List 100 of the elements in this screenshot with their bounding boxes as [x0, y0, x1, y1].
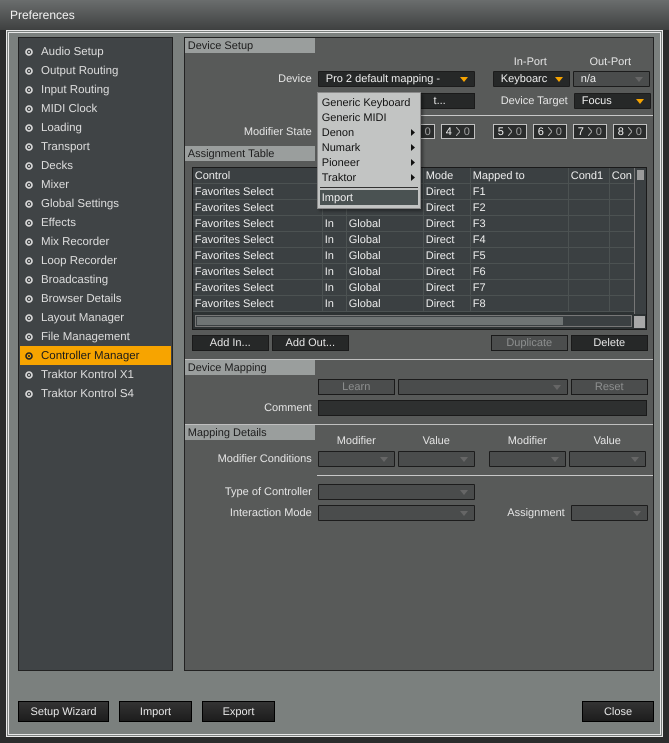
- device-dropdown[interactable]: Pro 2 default mapping -: [318, 71, 475, 87]
- radio-dot-icon: [25, 200, 33, 208]
- column-header[interactable]: Cond1: [568, 168, 610, 183]
- sidebar-item[interactable]: Output Routing: [20, 61, 171, 80]
- value-dropdown[interactable]: [398, 451, 475, 467]
- dropdown-arrow-icon: [460, 456, 468, 462]
- close-button[interactable]: Close: [582, 701, 654, 722]
- table-cell: F1: [470, 184, 569, 199]
- sidebar-item[interactable]: Traktor Kontrol X1: [20, 365, 171, 384]
- field-label: Device: [277, 73, 312, 85]
- radio-dot-icon: [25, 48, 33, 56]
- field-label: Modifier Conditions: [216, 453, 312, 465]
- table-cell: F3: [470, 216, 569, 231]
- table-cell: F8: [470, 296, 569, 311]
- sidebar-item[interactable]: MIDI Clock: [20, 99, 171, 118]
- menu-item[interactable]: Generic MIDI: [320, 110, 418, 125]
- table-cell: Favorites Select: [192, 280, 323, 295]
- dropdown-arrow-icon: [460, 76, 468, 82]
- dropdown-arrow-icon: [554, 76, 563, 82]
- modifier-chip: 6 0: [532, 124, 567, 139]
- submenu-arrow-icon: [410, 159, 415, 166]
- device-target-dropdown[interactable]: Focus: [574, 93, 651, 109]
- radio-dot-icon: [25, 294, 33, 302]
- window-title: Preferences: [10, 8, 75, 22]
- dropdown-arrow-icon: [380, 456, 388, 462]
- table-cell: Direct: [424, 216, 471, 231]
- sidebar-item[interactable]: Effects: [20, 213, 171, 232]
- field-label: Interaction Mode: [228, 507, 312, 519]
- radio-dot-icon: [25, 218, 33, 226]
- scrollbar[interactable]: [634, 168, 646, 314]
- mapping-dropdown[interactable]: [398, 379, 568, 395]
- dropdown-arrow-icon: [634, 76, 643, 82]
- column-header[interactable]: Mode: [424, 168, 471, 183]
- table-cell: Global: [346, 248, 424, 263]
- table-cell: In: [322, 264, 347, 279]
- column-label: Out-Port: [588, 56, 632, 68]
- sidebar-item[interactable]: Audio Setup: [20, 42, 171, 61]
- in-port-dropdown[interactable]: Keyboarc: [492, 71, 570, 87]
- sidebar-item[interactable]: Browser Details: [20, 289, 171, 308]
- table-cell: Direct: [424, 184, 471, 199]
- section-header: Mapping Details: [184, 425, 315, 440]
- modifier-chip: 5 0: [492, 124, 527, 139]
- table-cell: In: [322, 232, 347, 247]
- comment-field[interactable]: [318, 400, 647, 416]
- sidebar-item[interactable]: Traktor Kontrol S4: [20, 384, 171, 403]
- delete-button[interactable]: Delete: [570, 335, 648, 351]
- sidebar-item[interactable]: Global Settings: [20, 194, 171, 213]
- radio-dot-icon: [25, 180, 33, 188]
- column-label: Value: [422, 435, 451, 447]
- table-cell: Direct: [424, 296, 471, 311]
- sidebar-item[interactable]: Input Routing: [20, 80, 171, 99]
- sidebar-item[interactable]: Decks: [20, 156, 171, 175]
- chevron-icon: [548, 127, 552, 136]
- dropdown-arrow-icon: [632, 510, 641, 516]
- table-cell: Direct: [424, 264, 471, 279]
- field-label: Modifier State: [242, 126, 312, 138]
- menu-item[interactable]: Import: [320, 190, 418, 205]
- table-cell: Favorites Select: [192, 296, 323, 311]
- sidebar-item[interactable]: Loop Recorder: [20, 251, 171, 270]
- radio-dot-icon: [25, 370, 33, 378]
- modifier-dropdown[interactable]: [488, 451, 566, 467]
- footer-button[interactable]: Setup Wizard: [18, 701, 109, 722]
- menu-item[interactable]: Pioneer: [320, 155, 418, 170]
- add-out-button[interactable]: Add Out...: [272, 335, 349, 351]
- radio-dot-icon: [25, 86, 33, 94]
- table-cell: Direct: [424, 248, 471, 263]
- table-cell: F4: [470, 232, 569, 247]
- radio-dot-icon: [25, 104, 33, 112]
- submenu-arrow-icon: [410, 129, 415, 136]
- sidebar-item[interactable]: Controller Manager: [20, 346, 171, 365]
- controller-type-dropdown[interactable]: [318, 484, 475, 500]
- section-header: Device Setup: [184, 38, 315, 53]
- interaction-mode-dropdown[interactable]: [318, 505, 475, 521]
- table-cell: Global: [346, 216, 424, 231]
- sidebar-item[interactable]: Mixer: [20, 175, 171, 194]
- column-header[interactable]: Mapped to: [470, 168, 569, 183]
- column-label: In-Port: [512, 56, 548, 68]
- chevron-icon: [508, 127, 512, 136]
- menu-item[interactable]: Numark: [320, 140, 418, 155]
- table-cell: Favorites Select: [192, 232, 323, 247]
- menu-item[interactable]: Generic Keyboard: [320, 95, 418, 110]
- submenu-arrow-icon: [410, 144, 415, 151]
- sidebar-item[interactable]: File Management: [20, 327, 171, 346]
- radio-dot-icon: [25, 390, 33, 398]
- sidebar-item[interactable]: Layout Manager: [20, 308, 171, 327]
- modifier-chip: 4 0: [440, 124, 475, 139]
- footer-button[interactable]: Import: [119, 701, 192, 722]
- sidebar-item[interactable]: Broadcasting: [20, 270, 171, 289]
- value-dropdown[interactable]: [568, 451, 646, 467]
- add-in-button[interactable]: Add In...: [192, 335, 269, 351]
- sidebar-item[interactable]: Loading: [20, 118, 171, 137]
- radio-dot-icon: [25, 256, 33, 264]
- modifier-dropdown[interactable]: [318, 451, 395, 467]
- field-label: Type of Controller: [224, 486, 312, 498]
- sidebar-item[interactable]: Transport: [20, 137, 171, 156]
- sidebar-item[interactable]: Mix Recorder: [20, 232, 171, 251]
- footer-button[interactable]: Export: [202, 701, 275, 722]
- table-cell: F5: [470, 248, 569, 263]
- scrollbar[interactable]: [194, 315, 632, 327]
- assignment-dropdown[interactable]: [570, 505, 648, 521]
